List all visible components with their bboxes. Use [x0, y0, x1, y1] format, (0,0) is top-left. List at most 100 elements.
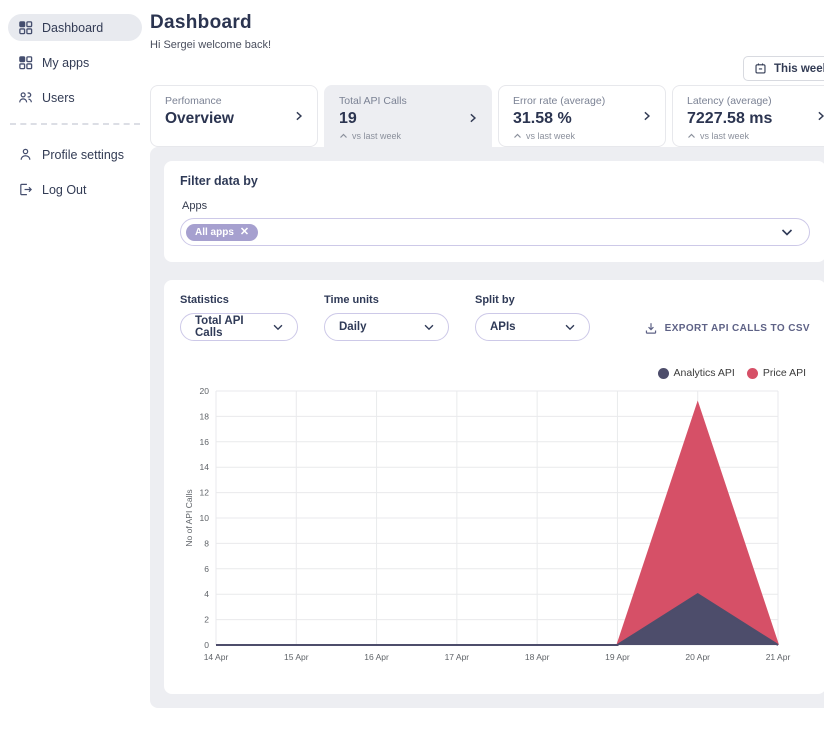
welcome-message: Hi Sergei welcome back!	[150, 39, 272, 51]
tab-value: 31.58 %	[513, 110, 572, 127]
chevron-up-icon	[513, 132, 522, 140]
sidebar-item-log-out[interactable]: Log Out	[8, 176, 142, 203]
sidebar-item-label: Log Out	[42, 182, 87, 197]
svg-text:No of API Calls: No of API Calls	[184, 489, 194, 546]
chevron-up-icon	[339, 132, 348, 140]
split-by-select[interactable]: APIs	[475, 313, 590, 341]
tab-value: 19	[339, 110, 357, 127]
sidebar-item-label: My apps	[42, 55, 90, 70]
period-label: This week	[774, 62, 824, 75]
stat-tabs: Perfomance Overview Total API Calls 19 v…	[150, 85, 824, 151]
chevron-right-icon	[466, 112, 479, 125]
svg-text:8: 8	[204, 538, 209, 548]
svg-text:16 Apr: 16 Apr	[364, 652, 389, 662]
svg-text:19 Apr: 19 Apr	[605, 652, 630, 662]
sidebar-divider	[10, 123, 140, 125]
sidebar: Dashboard My apps Users Profile settings…	[0, 0, 150, 746]
sidebar-item-users[interactable]: Users	[8, 84, 142, 111]
sidebar-item-dashboard[interactable]: Dashboard	[8, 14, 142, 41]
tab-error-rate[interactable]: Error rate (average) 31.58 % vs last wee…	[498, 85, 666, 147]
tab-latency[interactable]: Latency (average) 7227.58 ms vs last wee…	[672, 85, 824, 147]
chevron-right-icon	[292, 110, 305, 123]
svg-text:10: 10	[200, 513, 210, 523]
tab-label: Perfomance	[165, 95, 222, 107]
split-by-control: Split by APIs	[475, 294, 590, 341]
user-icon	[18, 147, 33, 162]
tab-value: 7227.58 ms	[687, 110, 773, 127]
logout-icon	[18, 182, 33, 197]
statistics-card: Statistics Total API Calls Time units Da…	[164, 280, 824, 694]
period-selector-button[interactable]: This week	[743, 56, 824, 81]
svg-text:15 Apr: 15 Apr	[284, 652, 309, 662]
split-by-label: Split by	[475, 294, 515, 306]
legend-item[interactable]: Price API	[746, 367, 806, 379]
chevron-down-icon	[255, 320, 285, 334]
chevron-right-icon	[640, 110, 653, 123]
grid-icon	[18, 20, 33, 35]
calendar-icon	[754, 62, 767, 75]
svg-text:12: 12	[200, 488, 210, 498]
svg-text:18 Apr: 18 Apr	[525, 652, 550, 662]
statistics-label: Statistics	[180, 294, 229, 306]
svg-text:14: 14	[200, 462, 210, 472]
dashboard-panel: Filter data by Apps All apps ✕ Statistic…	[150, 147, 824, 708]
sidebar-item-my-apps[interactable]: My apps	[8, 49, 142, 76]
tab-label: Latency (average)	[687, 95, 772, 107]
apps-multiselect[interactable]: All apps ✕	[180, 218, 810, 246]
tab-trend: vs last week	[687, 131, 824, 141]
sidebar-item-label: Profile settings	[42, 147, 124, 162]
tab-label: Total API Calls	[339, 95, 407, 107]
svg-text:18: 18	[200, 411, 210, 421]
svg-text:6: 6	[204, 564, 209, 574]
time-units-label: Time units	[324, 294, 379, 306]
svg-text:21 Apr: 21 Apr	[766, 652, 791, 662]
tab-label: Error rate (average)	[513, 95, 606, 107]
chevron-up-icon	[687, 132, 696, 140]
chevron-down-icon	[547, 320, 577, 334]
api-calls-chart: 0 2 4 6 8 10 12 14 16 18 20 14 Apr 15 Apr 16 Apr 17 Ap…	[180, 383, 810, 678]
tab-value: Overview	[165, 110, 234, 127]
tab-total-api-calls[interactable]: Total API Calls 19 vs last week	[324, 85, 492, 151]
svg-text:0: 0	[204, 640, 209, 650]
tab-performance-overview[interactable]: Perfomance Overview	[150, 85, 318, 147]
main-content: Dashboard Hi Sergei welcome back! This w…	[150, 0, 824, 746]
svg-text:14 Apr: 14 Apr	[204, 652, 229, 662]
tab-trend: vs last week	[339, 131, 479, 141]
svg-text:2: 2	[204, 615, 209, 625]
legend-dot	[657, 367, 669, 379]
time-units-control: Time units Daily	[324, 294, 449, 341]
time-units-selected-value: Daily	[339, 321, 367, 333]
apps-field-label: Apps	[182, 200, 208, 212]
grid-icon	[18, 55, 33, 70]
sidebar-item-label: Users	[42, 90, 75, 105]
legend-item[interactable]: Analytics API	[657, 367, 735, 379]
sidebar-item-profile-settings[interactable]: Profile settings	[8, 141, 142, 168]
area-chart-svg: 0 2 4 6 8 10 12 14 16 18 20 14 Apr 15 Apr 16 Apr 17 Ap…	[184, 386, 791, 662]
time-units-select[interactable]: Daily	[324, 313, 449, 341]
svg-text:4: 4	[204, 589, 209, 599]
legend-label: Analytics API	[673, 367, 735, 379]
svg-text:20 Apr: 20 Apr	[685, 652, 710, 662]
statistics-select[interactable]: Total API Calls	[180, 313, 298, 341]
sidebar-item-label: Dashboard	[42, 20, 104, 35]
split-by-selected-value: APIs	[490, 321, 516, 333]
chevron-down-icon	[406, 320, 436, 334]
remove-chip-icon[interactable]: ✕	[240, 227, 249, 238]
svg-text:16: 16	[200, 437, 210, 447]
tab-trend: vs last week	[513, 131, 653, 141]
chevron-down-icon	[779, 224, 795, 240]
chart-legend: Analytics API Price API	[180, 367, 806, 379]
svg-text:17 Apr: 17 Apr	[445, 652, 470, 662]
export-csv-button[interactable]: EXPORT API CALLS TO CSV	[644, 321, 810, 335]
svg-text:20: 20	[200, 386, 210, 396]
all-apps-chip[interactable]: All apps ✕	[186, 223, 259, 241]
filter-title: Filter data by	[180, 174, 258, 188]
chart-controls: Statistics Total API Calls Time units Da…	[180, 294, 810, 341]
page-title: Dashboard	[150, 12, 252, 33]
legend-dot	[746, 367, 758, 379]
legend-label: Price API	[762, 367, 806, 379]
chevron-right-icon	[814, 110, 824, 123]
export-label: EXPORT API CALLS TO CSV	[664, 322, 810, 334]
chip-label: All apps	[195, 226, 234, 238]
users-icon	[18, 90, 33, 105]
